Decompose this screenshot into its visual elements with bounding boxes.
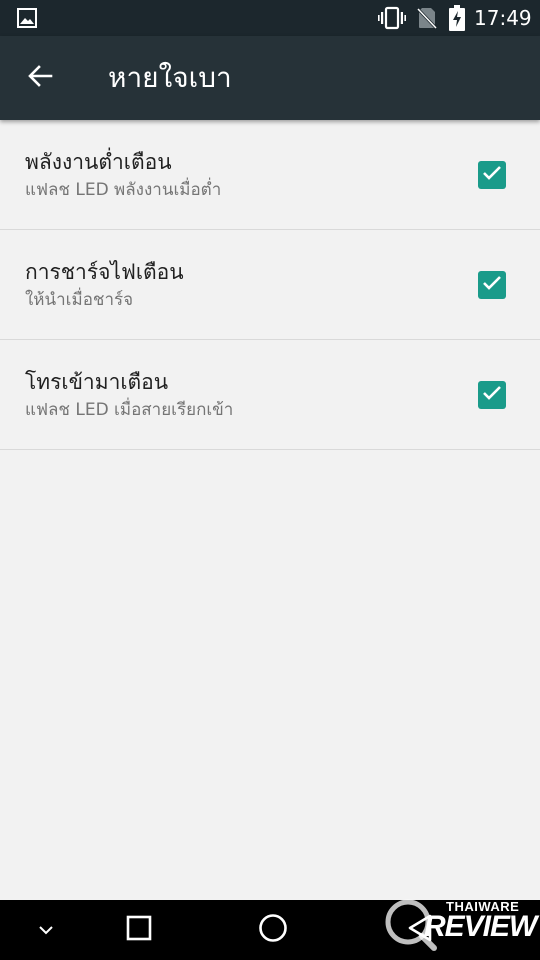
- vibrate-icon: [378, 6, 406, 30]
- battery-charging-icon: [448, 5, 466, 31]
- no-sim-icon: [416, 6, 438, 30]
- gallery-icon: [17, 8, 37, 28]
- check-icon: [482, 165, 502, 185]
- recents-icon: [126, 915, 152, 945]
- setting-row-charging[interactable]: การชาร์จไฟเตือน ให้นำเมื่อชาร์จ: [0, 230, 540, 340]
- setting-subtitle: แฟลช LED เมื่อสายเรียกเข้า: [25, 400, 234, 420]
- page-title: หายใจเบา: [108, 61, 232, 94]
- setting-title: โทรเข้ามาเตือน: [25, 370, 169, 394]
- back-button[interactable]: [20, 58, 60, 98]
- chevron-down-icon: [37, 921, 55, 940]
- setting-title: การชาร์จไฟเตือน: [25, 260, 184, 284]
- setting-row-incoming-call[interactable]: โทรเข้ามาเตือน แฟลช LED เมื่อสายเรียกเข้…: [0, 340, 540, 450]
- low-battery-checkbox[interactable]: [478, 161, 506, 189]
- recents-button[interactable]: [119, 910, 159, 950]
- setting-row-low-battery[interactable]: พลังงานต่ำเตือน แฟลช LED พลังงานเมื่อต่ำ: [0, 120, 540, 230]
- charging-checkbox[interactable]: [478, 271, 506, 299]
- app-bar: หายใจเบา: [0, 36, 540, 120]
- setting-subtitle: แฟลช LED พลังงานเมื่อต่ำ: [25, 180, 222, 200]
- watermark-logo: THAIWARE REVIEW: [380, 894, 540, 954]
- home-button[interactable]: [253, 910, 293, 950]
- hide-keyboard-button[interactable]: [26, 910, 66, 950]
- setting-subtitle: ให้นำเมื่อชาร์จ: [25, 290, 134, 310]
- home-icon: [258, 913, 288, 947]
- check-icon: [482, 275, 502, 295]
- back-arrow-icon: [27, 64, 53, 92]
- settings-list: พลังงานต่ำเตือน แฟลช LED พลังงานเมื่อต่ำ…: [0, 120, 540, 450]
- incoming-call-checkbox[interactable]: [478, 381, 506, 409]
- watermark-text: REVIEW: [424, 910, 537, 943]
- status-clock: 17:49: [474, 6, 532, 30]
- setting-title: พลังงานต่ำเตือน: [25, 150, 172, 174]
- check-icon: [482, 385, 502, 405]
- status-bar: 17:49: [0, 0, 540, 36]
